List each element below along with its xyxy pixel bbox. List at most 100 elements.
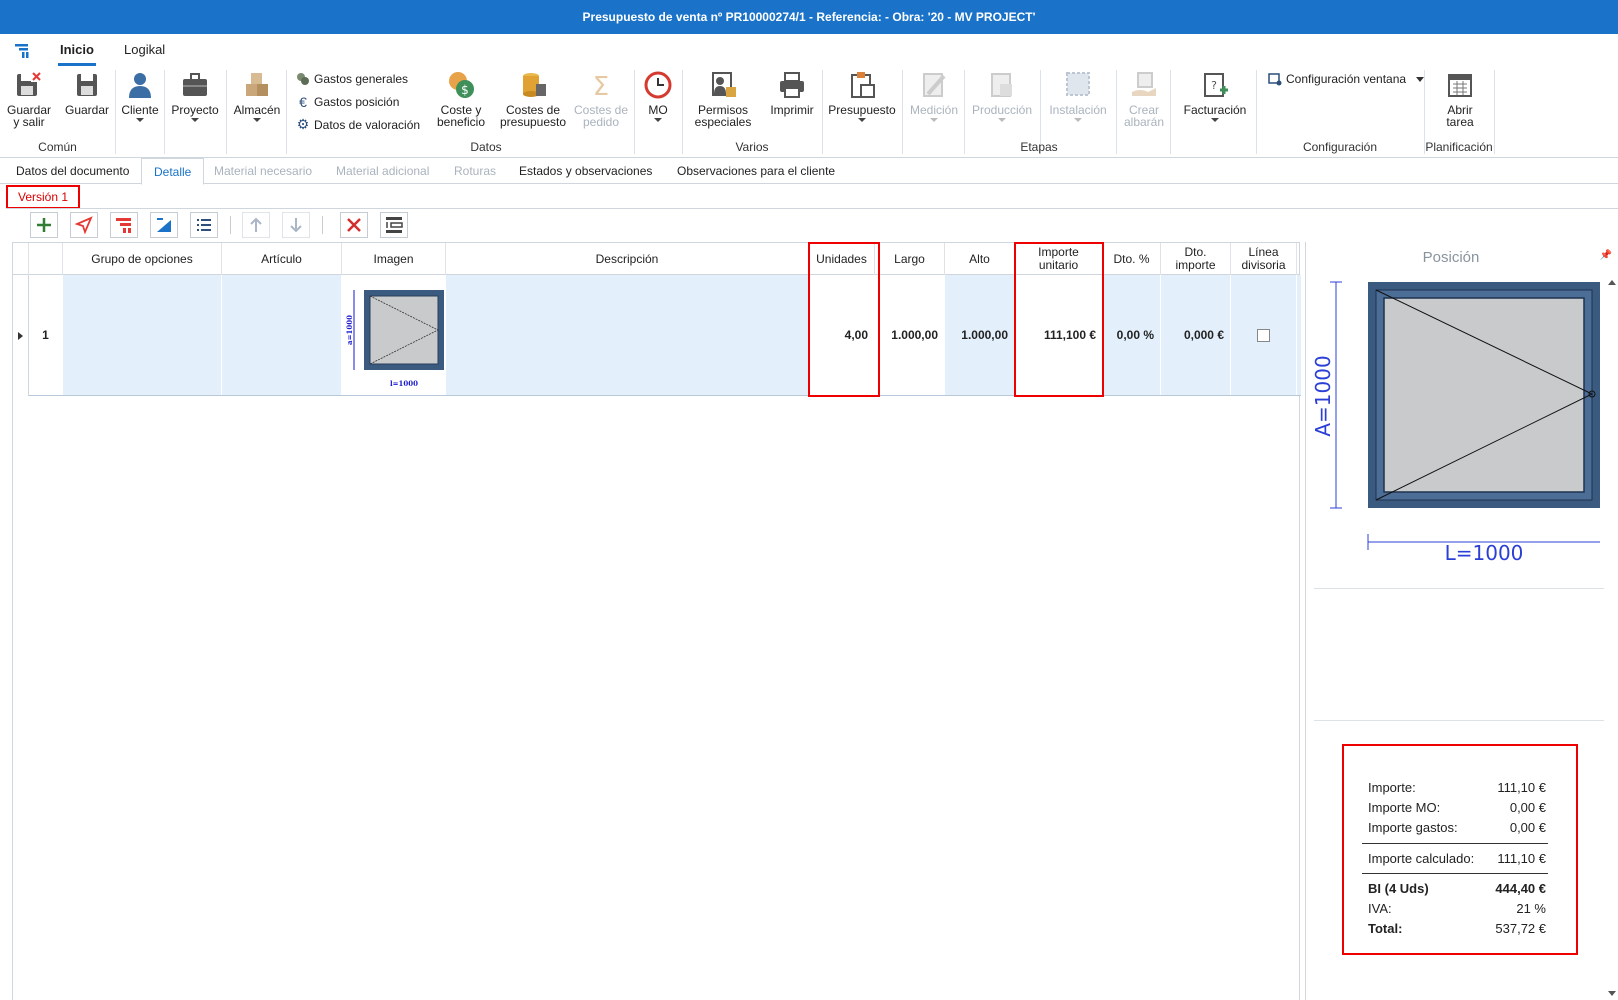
cell-grupo-opciones[interactable] (63, 275, 222, 395)
summary-importe: Importe: 111,10 € (1368, 780, 1546, 795)
delete-line-button[interactable] (340, 212, 368, 238)
header-descripcion[interactable]: Descripción (446, 243, 809, 275)
svg-text:?: ? (1211, 79, 1217, 92)
production-icon (991, 73, 1012, 97)
billing-button[interactable]: ? Facturación (1178, 70, 1252, 122)
menu-tab-logikal[interactable]: Logikal (124, 42, 165, 57)
menu-tab-inicio[interactable]: Inicio (58, 42, 96, 66)
save-label: Guardar (64, 103, 110, 117)
briefcase-icon (183, 73, 207, 96)
summary-separator (1362, 873, 1548, 874)
budget-button[interactable]: Presupuesto (826, 70, 898, 122)
header-linea-divisoria[interactable]: Línea divisoria (1231, 243, 1297, 275)
cost-benefit-button[interactable]: $ Coste y beneficio (432, 70, 490, 128)
tab-material-adicional[interactable]: Material adicional (324, 158, 441, 184)
panel-divider (1314, 588, 1604, 589)
row-indicator[interactable] (13, 275, 29, 396)
ribbon-separator (164, 70, 165, 154)
tab-material-necesario[interactable]: Material necesario (202, 158, 324, 184)
scroll-down-arrow[interactable] (1608, 991, 1616, 996)
labor-button[interactable]: MO (638, 70, 678, 122)
cell-dto-pct[interactable]: 0,00 % (1103, 275, 1161, 395)
budget-costs-button[interactable]: Costes de presupuesto (498, 70, 568, 128)
chevron-down-icon (1074, 118, 1082, 122)
warehouse-button[interactable]: Almacén (230, 70, 284, 122)
cell-articulo[interactable] (222, 275, 342, 395)
version-tab[interactable]: Versión 1 (6, 185, 81, 209)
create-delivery-note-button[interactable]: Crear albarán (1120, 70, 1168, 128)
create-delivery-note-label: Crear albarán (1123, 103, 1165, 129)
tab-observaciones-cliente[interactable]: Observaciones para el cliente (665, 158, 847, 184)
print-button[interactable]: Imprimir (764, 70, 820, 116)
document-tabs: Datos del documento Detalle Material nec… (0, 158, 1618, 185)
window-thumbnail: a=1000 l=1000 (345, 290, 444, 388)
valuation-data-item[interactable]: ⚙ Datos de valoración (296, 116, 420, 133)
drawing-height-label: A=1000 (1311, 355, 1335, 436)
position-panel-title: Posición (1422, 249, 1480, 266)
valuation-data-label: Datos de valoración (314, 117, 421, 132)
cell-importe-unitario[interactable]: 111,100 € (1015, 275, 1103, 395)
cell-unidades[interactable]: 4,00 (809, 275, 875, 395)
summary-separator (1362, 843, 1548, 844)
header-importe-unitario[interactable]: Importe unitario (1015, 243, 1103, 275)
header-grupo-opciones[interactable]: Grupo de opciones (63, 243, 222, 275)
drawing-width-label: L=1000 (1445, 541, 1524, 565)
budget-costs-label: Costes de presupuesto (499, 103, 567, 129)
sigma-icon: Σ (593, 72, 609, 100)
app-logo-icon[interactable] (14, 42, 30, 58)
header-unidades[interactable]: Unidades (809, 243, 875, 275)
svg-text:$: $ (461, 83, 469, 97)
summary-bi-value: 444,40 € (1495, 881, 1546, 896)
scroll-up-arrow[interactable] (1608, 280, 1616, 285)
general-expenses-label: Gastos generales (314, 72, 409, 86)
insert-row-button[interactable] (380, 212, 408, 238)
group-label-datos: Datos (470, 140, 502, 154)
window-config-dropdown[interactable]: Configuración ventana (1268, 72, 1425, 86)
header-imagen[interactable]: Imagen (342, 243, 446, 275)
list-button[interactable] (190, 212, 218, 238)
window-design-button[interactable] (150, 212, 178, 238)
open-task-button[interactable]: Abrir tarea (1432, 70, 1488, 128)
save-button[interactable]: Guardar (62, 70, 112, 116)
tab-estados-observaciones[interactable]: Estados y observaciones (507, 158, 664, 184)
table-row[interactable]: 1 a=1000 l=1000 4,00 1.000,00 1.000,00 1… (29, 275, 1301, 396)
add-line-button[interactable] (30, 212, 58, 238)
project-label: Proyecto (171, 103, 219, 117)
linea-divisoria-checkbox[interactable] (1257, 328, 1270, 342)
header-largo[interactable]: Largo (875, 243, 945, 275)
header-dto-pct[interactable]: Dto. % (1103, 243, 1161, 275)
tab-roturas[interactable]: Roturas (442, 158, 508, 184)
move-up-button[interactable] (242, 212, 270, 238)
pin-icon[interactable]: 📌 (1600, 250, 1612, 261)
save-and-exit-button[interactable]: Guardar y salir (6, 70, 52, 128)
cell-linea-divisoria[interactable] (1231, 275, 1297, 395)
header-alto[interactable]: Alto (945, 243, 1015, 275)
general-expenses-item[interactable]: Gastos generales (296, 72, 408, 86)
position-expenses-item[interactable]: € Gastos posición (296, 94, 399, 110)
client-button[interactable]: Cliente (118, 70, 162, 122)
installation-button[interactable]: Instalación (1044, 70, 1112, 122)
order-costs-button[interactable]: Σ Costes de pedido (572, 70, 630, 128)
calendar-icon (1448, 74, 1472, 97)
production-button[interactable]: Producción (968, 70, 1036, 122)
chevron-down-icon (998, 118, 1006, 122)
list-icon (197, 219, 211, 231)
window-title-bar: Presupuesto de venta nº PR10000274/1 - R… (0, 0, 1618, 34)
special-permissions-button[interactable]: Permisos especiales (688, 70, 758, 128)
header-indicator (13, 243, 29, 275)
measurement-button[interactable]: Medición (906, 70, 962, 122)
header-dto-importe[interactable]: Dto. importe (1161, 243, 1231, 275)
header-articulo[interactable]: Artículo (222, 243, 342, 275)
tab-datos-documento[interactable]: Datos del documento (4, 158, 141, 184)
cell-alto[interactable]: 1.000,00 (945, 275, 1015, 395)
summary-iva: IVA: 21 % (1368, 901, 1546, 916)
project-button[interactable]: Proyecto (168, 70, 222, 122)
tab-detalle[interactable]: Detalle (141, 158, 205, 185)
move-down-button[interactable] (282, 212, 310, 238)
cell-dto-importe[interactable]: 0,000 € (1161, 275, 1231, 395)
cell-largo[interactable]: 1.000,00 (875, 275, 945, 395)
logikal-button[interactable] (110, 212, 138, 238)
send-button[interactable] (70, 212, 98, 238)
cell-imagen[interactable]: a=1000 l=1000 (342, 275, 446, 395)
cell-descripcion[interactable] (446, 275, 809, 395)
